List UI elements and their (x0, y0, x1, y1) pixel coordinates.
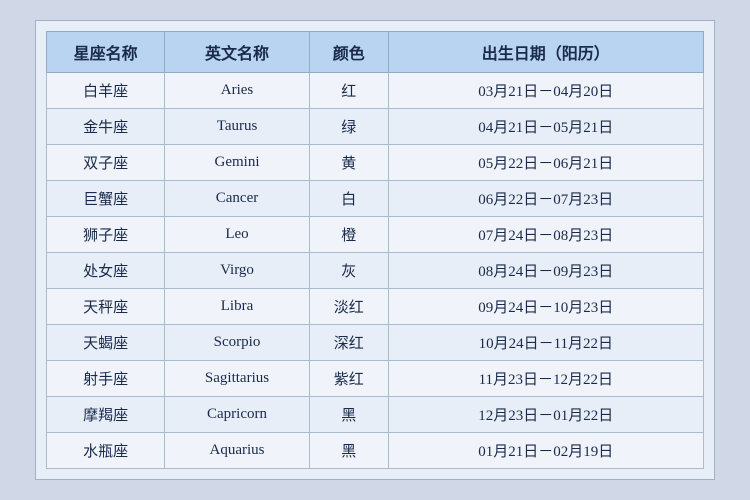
cell-color: 灰 (309, 253, 388, 289)
cell-date: 04月21日－05月21日 (388, 109, 703, 145)
cell-chinese-name: 处女座 (47, 253, 165, 289)
table-row: 巨蟹座Cancer白06月22日－07月23日 (47, 181, 704, 217)
cell-english-name: Taurus (165, 109, 310, 145)
header-date: 出生日期（阳历） (388, 32, 703, 73)
cell-chinese-name: 金牛座 (47, 109, 165, 145)
cell-english-name: Libra (165, 289, 310, 325)
table-body: 白羊座Aries红03月21日－04月20日金牛座Taurus绿04月21日－0… (47, 73, 704, 469)
table-row: 处女座Virgo灰08月24日－09月23日 (47, 253, 704, 289)
cell-chinese-name: 天蝎座 (47, 325, 165, 361)
cell-english-name: Aries (165, 73, 310, 109)
cell-color: 红 (309, 73, 388, 109)
cell-chinese-name: 狮子座 (47, 217, 165, 253)
cell-date: 12月23日－01月22日 (388, 397, 703, 433)
table-row: 水瓶座Aquarius黑01月21日－02月19日 (47, 433, 704, 469)
zodiac-table-container: 星座名称 英文名称 颜色 出生日期（阳历） 白羊座Aries红03月21日－04… (35, 20, 715, 480)
table-row: 狮子座Leo橙07月24日－08月23日 (47, 217, 704, 253)
cell-date: 05月22日－06月21日 (388, 145, 703, 181)
table-header-row: 星座名称 英文名称 颜色 出生日期（阳历） (47, 32, 704, 73)
cell-english-name: Leo (165, 217, 310, 253)
cell-date: 11月23日－12月22日 (388, 361, 703, 397)
cell-chinese-name: 天秤座 (47, 289, 165, 325)
cell-chinese-name: 巨蟹座 (47, 181, 165, 217)
table-row: 摩羯座Capricorn黑12月23日－01月22日 (47, 397, 704, 433)
cell-color: 绿 (309, 109, 388, 145)
header-chinese-name: 星座名称 (47, 32, 165, 73)
header-color: 颜色 (309, 32, 388, 73)
cell-chinese-name: 白羊座 (47, 73, 165, 109)
table-row: 金牛座Taurus绿04月21日－05月21日 (47, 109, 704, 145)
table-row: 白羊座Aries红03月21日－04月20日 (47, 73, 704, 109)
cell-date: 09月24日－10月23日 (388, 289, 703, 325)
cell-english-name: Gemini (165, 145, 310, 181)
cell-english-name: Cancer (165, 181, 310, 217)
cell-english-name: Virgo (165, 253, 310, 289)
table-row: 射手座Sagittarius紫红11月23日－12月22日 (47, 361, 704, 397)
cell-color: 黑 (309, 433, 388, 469)
cell-date: 01月21日－02月19日 (388, 433, 703, 469)
cell-english-name: Aquarius (165, 433, 310, 469)
table-row: 天秤座Libra淡红09月24日－10月23日 (47, 289, 704, 325)
cell-english-name: Sagittarius (165, 361, 310, 397)
table-row: 双子座Gemini黄05月22日－06月21日 (47, 145, 704, 181)
cell-date: 08月24日－09月23日 (388, 253, 703, 289)
cell-color: 橙 (309, 217, 388, 253)
header-english-name: 英文名称 (165, 32, 310, 73)
cell-chinese-name: 摩羯座 (47, 397, 165, 433)
cell-date: 10月24日－11月22日 (388, 325, 703, 361)
cell-date: 07月24日－08月23日 (388, 217, 703, 253)
cell-english-name: Scorpio (165, 325, 310, 361)
cell-date: 03月21日－04月20日 (388, 73, 703, 109)
cell-color: 黑 (309, 397, 388, 433)
cell-color: 黄 (309, 145, 388, 181)
zodiac-table: 星座名称 英文名称 颜色 出生日期（阳历） 白羊座Aries红03月21日－04… (46, 31, 704, 469)
cell-chinese-name: 射手座 (47, 361, 165, 397)
cell-color: 白 (309, 181, 388, 217)
cell-color: 深红 (309, 325, 388, 361)
cell-chinese-name: 水瓶座 (47, 433, 165, 469)
cell-date: 06月22日－07月23日 (388, 181, 703, 217)
table-row: 天蝎座Scorpio深红10月24日－11月22日 (47, 325, 704, 361)
cell-color: 紫红 (309, 361, 388, 397)
cell-english-name: Capricorn (165, 397, 310, 433)
cell-color: 淡红 (309, 289, 388, 325)
cell-chinese-name: 双子座 (47, 145, 165, 181)
